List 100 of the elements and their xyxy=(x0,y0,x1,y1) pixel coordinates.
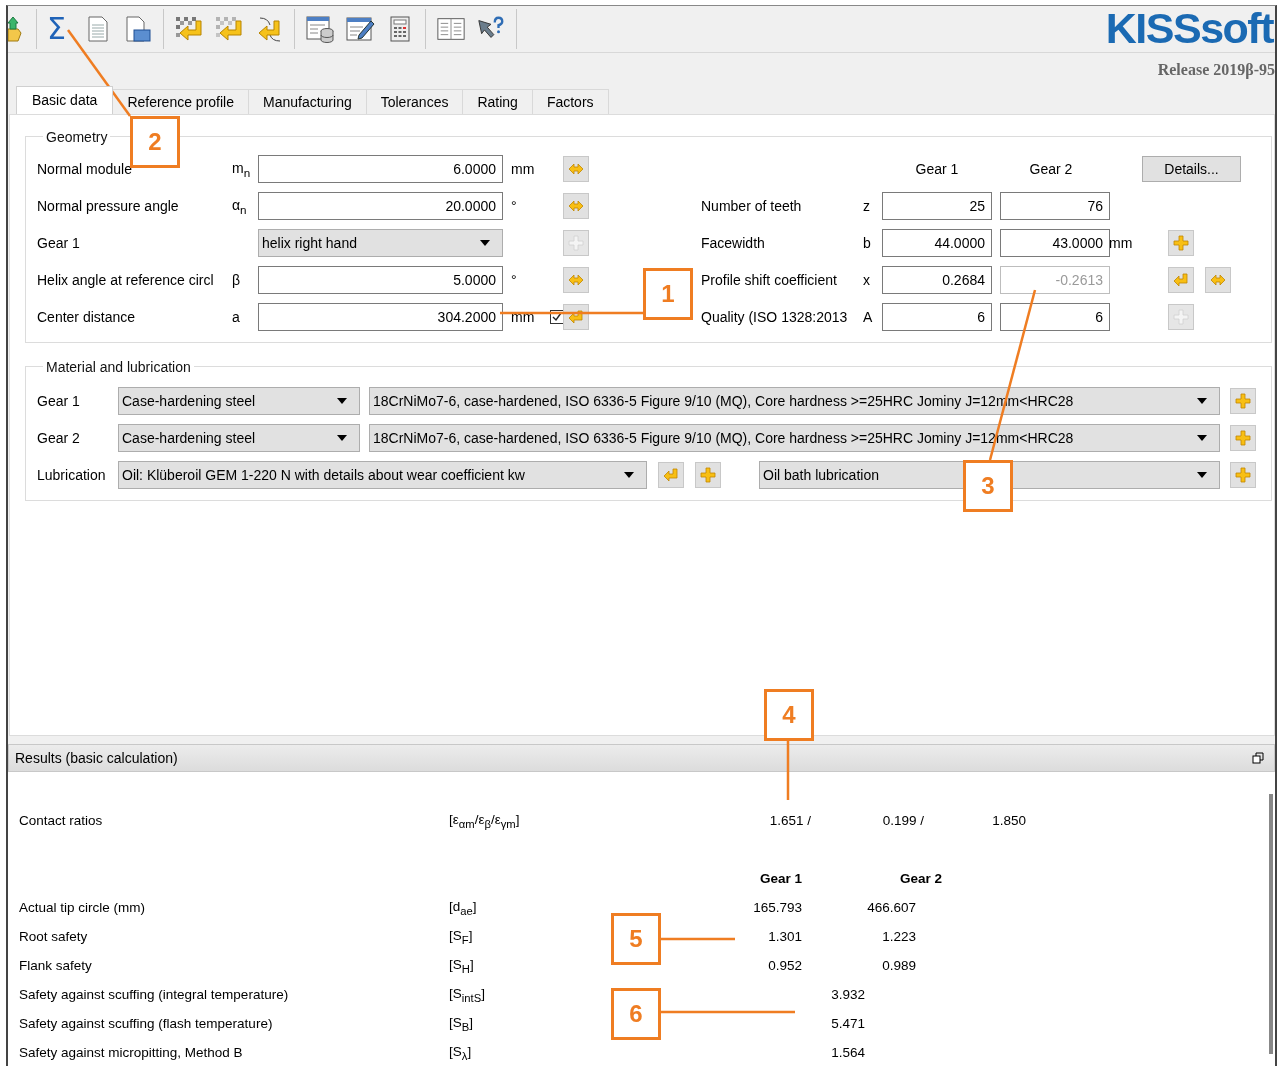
input-field[interactable]: 43.0000 xyxy=(1000,229,1110,258)
symbol-label: m$_{n}$ xyxy=(232,159,252,179)
result-label: Safety against scuffing (flash temperature) xyxy=(19,1016,273,1031)
input-field[interactable]: 0.2684 xyxy=(882,266,992,295)
tab[interactable]: Basic data xyxy=(16,85,114,114)
field-label: Profile shift coefficient xyxy=(701,272,838,289)
result-label: Safety against micropitting, Method B xyxy=(19,1045,243,1060)
field-label: Facewidth xyxy=(701,235,766,252)
caret-icon xyxy=(337,435,347,442)
unit-label: mm xyxy=(1109,235,1133,252)
symbol-label: a xyxy=(232,309,241,326)
input-field[interactable]: 6 xyxy=(1000,303,1110,332)
result-value: 165.793 xyxy=(753,900,802,915)
input-field[interactable]: 304.2000 xyxy=(258,303,503,332)
result-value: 1.850 xyxy=(992,813,1026,828)
caret-icon xyxy=(480,240,490,247)
caret-icon xyxy=(624,472,634,479)
field-label: Gear 1 xyxy=(37,393,81,410)
restore-icon[interactable] xyxy=(1252,752,1264,765)
dropdown[interactable]: helix right hand xyxy=(258,229,503,258)
result-label: Root safety xyxy=(19,929,88,944)
scrollbar[interactable] xyxy=(1269,794,1273,1054)
return-arrow-icon xyxy=(1173,272,1189,289)
plus-icon xyxy=(1235,430,1251,447)
symbol-label: A xyxy=(863,309,874,326)
sum-tool[interactable]: Σ xyxy=(47,13,73,44)
group-title: Geometry xyxy=(45,128,109,145)
result-label: Flank safety xyxy=(19,958,92,973)
input-field[interactable]: 5.0000 xyxy=(258,266,503,295)
field-label: Lubrication xyxy=(37,467,107,484)
input-field[interactable]: 6.0000 xyxy=(258,155,503,184)
release-label: Release 2019β-95 xyxy=(1157,60,1275,79)
plus-icon xyxy=(1173,309,1189,326)
plus-icon xyxy=(1235,467,1251,484)
return-arrow-icon xyxy=(568,309,584,326)
plus-button[interactable] xyxy=(1230,462,1256,489)
input-field[interactable]: 20.0000 xyxy=(258,192,503,221)
logo: KISSsoft xyxy=(1105,7,1273,51)
tab[interactable]: Factors xyxy=(531,88,609,114)
result-value: 1.223 xyxy=(882,929,916,944)
unit-label: mm xyxy=(511,309,535,326)
unit-label: ° xyxy=(511,272,517,289)
field-label: Helix angle at reference circl xyxy=(37,272,215,289)
return-button[interactable] xyxy=(658,462,684,489)
input-field[interactable]: 25 xyxy=(882,192,992,221)
plus-button[interactable] xyxy=(1230,388,1256,415)
plus-button[interactable] xyxy=(1230,425,1256,452)
plus-icon xyxy=(700,467,716,484)
unit-label: mm xyxy=(511,161,535,178)
result-symbol: [S$_{intS}$] xyxy=(449,985,485,1001)
plus-button[interactable] xyxy=(695,462,721,489)
save-icon[interactable] xyxy=(123,14,153,43)
plus-button[interactable] xyxy=(1168,230,1194,257)
faded-checker-arrow-icon[interactable] xyxy=(214,14,244,43)
pencil-form-icon[interactable] xyxy=(345,14,375,43)
dropdown[interactable]: Oil: Klüberoil GEM 1-220 N with details about wear coefficient kw xyxy=(118,461,647,490)
callout-number: 3 xyxy=(963,460,1013,512)
swap-button[interactable] xyxy=(563,193,589,220)
field-label: Quality (ISO 1328:2013 xyxy=(701,309,849,326)
swap-button[interactable] xyxy=(563,267,589,294)
dropdown[interactable]: Case-hardening steel xyxy=(118,387,360,416)
plus-icon xyxy=(568,235,584,252)
leader-line xyxy=(786,741,790,800)
checker-arrow-icon[interactable] xyxy=(174,14,204,43)
dropdown[interactable]: Case-hardening steel xyxy=(118,424,360,453)
column-header: Gear 1 xyxy=(758,871,802,886)
swap-button[interactable] xyxy=(1205,267,1231,294)
column-header: Gear 2 xyxy=(898,871,942,886)
result-value: 3.932 xyxy=(831,987,865,1002)
symbol-label: b xyxy=(863,235,872,252)
symbol-label: β xyxy=(232,272,242,289)
plus-icon xyxy=(1235,393,1251,410)
database-icon[interactable] xyxy=(305,14,335,43)
callout-number: 4 xyxy=(764,689,814,741)
symbol-label: α$_{n}$ xyxy=(232,196,248,216)
symbol-label: x xyxy=(863,272,871,289)
details-button[interactable]: Details... xyxy=(1142,156,1241,183)
result-label: Actual tip circle (mm) xyxy=(19,900,145,915)
caret-icon xyxy=(337,398,347,405)
input-field[interactable]: 76 xyxy=(1000,192,1110,221)
group-title: Material and lubrication xyxy=(45,358,192,375)
folder-arrow-icon[interactable] xyxy=(8,14,22,43)
column-header: Gear 2 xyxy=(1028,161,1074,178)
column-header: Gear 1 xyxy=(914,161,960,178)
field-label: Normal pressure angle xyxy=(37,198,180,215)
result-value: 1.564 xyxy=(831,1045,865,1060)
field-label: Gear 1 xyxy=(37,235,81,252)
result-value: 5.471 xyxy=(831,1016,865,1031)
swap-button[interactable] xyxy=(563,156,589,183)
input-field[interactable]: 44.0000 xyxy=(882,229,992,258)
result-symbol: [d$_{ae}$] xyxy=(449,898,477,914)
unit-label: ° xyxy=(511,198,517,215)
result-symbol: [S$_{λ}$] xyxy=(449,1043,472,1059)
caret-icon xyxy=(1197,398,1207,405)
field-label: Center distance xyxy=(37,309,137,326)
input-field[interactable]: 6 xyxy=(882,303,992,332)
field-label: Number of teeth xyxy=(701,198,803,215)
callout-number: 5 xyxy=(611,913,661,965)
result-symbol: [S$_{B}$] xyxy=(449,1014,474,1030)
return-button[interactable] xyxy=(1168,267,1194,294)
